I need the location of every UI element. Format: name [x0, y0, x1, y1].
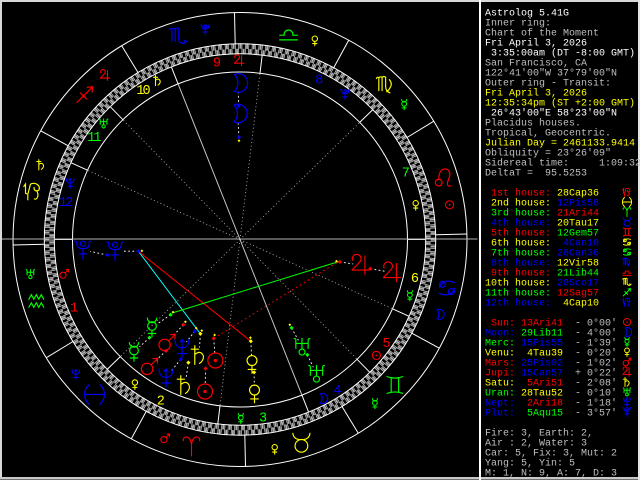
svg-text:Plut:: Plut: [485, 408, 515, 420]
svg-text:5: 5 [383, 337, 391, 352]
svg-text:- 3°57': - 3°57' [575, 408, 617, 420]
svg-text:11: 11 [87, 131, 101, 146]
svg-text:4Cap10: 4Cap10 [557, 299, 599, 310]
svg-text:5Aqu15: 5Aqu15 [521, 409, 563, 420]
svg-text:6: 6 [411, 272, 419, 287]
svg-text:12th house:: 12th house: [485, 298, 551, 310]
svg-text:9: 9 [213, 57, 221, 72]
svg-text:7: 7 [402, 166, 410, 181]
svg-text:1: 1 [70, 302, 78, 317]
svg-text:3: 3 [259, 412, 267, 427]
svg-text:4: 4 [333, 384, 341, 399]
svg-text:12: 12 [59, 196, 73, 211]
svg-text:M: 1, N: 9, A: 7, D: 3: M: 1, N: 9, A: 7, D: 3 [485, 469, 617, 480]
svg-text:2: 2 [157, 395, 165, 410]
svg-text:10: 10 [136, 84, 150, 99]
svg-text:DeltaT = 95.5253: DeltaT = 95.5253 [485, 168, 587, 180]
svg-text:8: 8 [315, 74, 323, 89]
